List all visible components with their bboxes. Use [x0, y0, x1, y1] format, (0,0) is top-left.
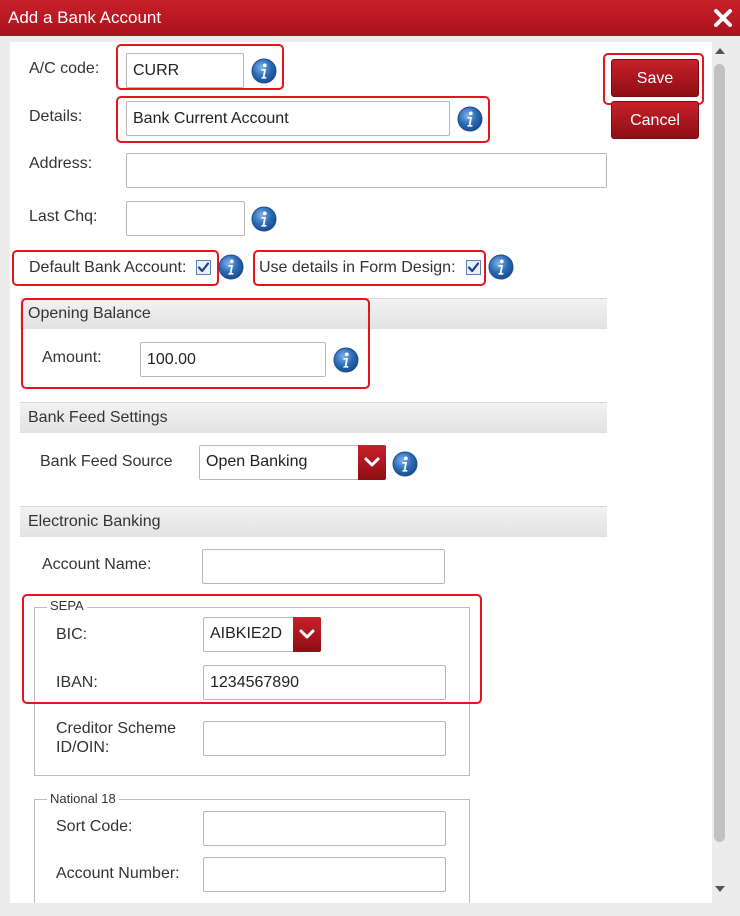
account-number-input[interactable] — [203, 857, 446, 892]
vertical-scrollbar[interactable] — [712, 42, 728, 902]
dropdown-button[interactable] — [358, 445, 386, 480]
creditor-scheme-label-line2: ID/OIN: — [56, 739, 110, 756]
creditor-scheme-input[interactable] — [203, 721, 446, 756]
highlight-opening-balance — [21, 298, 370, 389]
dialog-title-bar: Add a Bank Account — [0, 0, 740, 36]
sort-code-input[interactable] — [203, 811, 446, 846]
info-icon[interactable] — [488, 254, 514, 280]
bank-feed-source-value: Open Banking — [206, 453, 308, 470]
cancel-button[interactable]: Cancel — [611, 101, 699, 139]
highlight-use-details — [253, 250, 486, 286]
chevron-down-icon — [358, 445, 386, 480]
creditor-scheme-label: Creditor Scheme — [56, 720, 177, 737]
scroll-thumb[interactable] — [714, 64, 725, 842]
sort-code-label: Sort Code: — [56, 818, 133, 835]
highlight-default-bank — [12, 250, 219, 286]
address-label: Address: — [29, 155, 93, 172]
address-input[interactable] — [126, 153, 607, 188]
close-icon[interactable] — [710, 5, 736, 31]
ac-code-label: A/C code: — [29, 60, 100, 77]
highlight-save — [603, 53, 704, 105]
info-icon[interactable] — [392, 451, 418, 477]
section-heading: Bank Feed Settings — [28, 409, 168, 426]
account-name-label: Account Name: — [42, 556, 152, 573]
details-label: Details: — [29, 108, 83, 125]
dialog-bottom-edge — [0, 903, 740, 916]
info-icon[interactable] — [218, 254, 244, 280]
scroll-down-arrow-icon[interactable] — [714, 884, 726, 894]
bank-feed-source-label: Bank Feed Source — [40, 453, 173, 470]
dialog-title: Add a Bank Account — [8, 8, 162, 27]
national-18-legend: National 18 — [47, 791, 119, 806]
section-heading: Electronic Banking — [28, 513, 161, 530]
section-bank-feed-settings: Bank Feed Settings — [20, 402, 607, 433]
info-icon[interactable] — [251, 206, 277, 232]
scroll-up-arrow-icon[interactable] — [714, 46, 726, 56]
highlight-sepa — [22, 594, 482, 704]
highlight-ac-code — [116, 44, 284, 90]
section-electronic-banking: Electronic Banking — [20, 506, 607, 537]
bank-feed-source-select[interactable]: Open Banking — [199, 445, 386, 480]
highlight-details — [116, 96, 490, 143]
last-chq-input[interactable] — [126, 201, 245, 236]
account-number-label: Account Number: — [56, 865, 180, 882]
last-chq-label: Last Chq: — [29, 208, 98, 225]
account-name-input[interactable] — [202, 549, 445, 584]
